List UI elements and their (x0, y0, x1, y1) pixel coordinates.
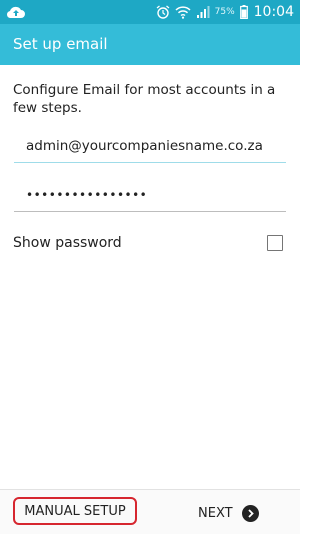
intro-text: Configure Email for most accounts in a f… (13, 82, 276, 116)
status-bar: 75% 10:04 (0, 0, 300, 24)
cloud-upload-icon (6, 6, 26, 19)
chevron-right-icon (241, 504, 259, 522)
signal-icon (196, 6, 210, 18)
next-button[interactable]: NEXT (198, 499, 259, 527)
next-label: NEXT (198, 505, 233, 521)
manual-setup-label: MANUAL SETUP (24, 503, 126, 519)
battery-percentage: 75% (214, 7, 235, 17)
bottom-action-bar: MANUAL SETUP NEXT (0, 489, 300, 534)
password-field[interactable] (14, 179, 286, 212)
show-password-row[interactable]: Show password (13, 230, 288, 260)
battery-icon (239, 5, 248, 19)
email-field[interactable] (14, 130, 286, 163)
status-clock: 10:04 (253, 4, 294, 20)
alarm-icon (156, 5, 170, 19)
show-password-label: Show password (13, 235, 122, 251)
show-password-checkbox[interactable] (267, 235, 283, 251)
app-bar: Set up email (0, 24, 300, 65)
manual-setup-button[interactable]: MANUAL SETUP (13, 497, 137, 525)
page-title: Set up email (13, 35, 108, 53)
wifi-icon (175, 6, 191, 19)
